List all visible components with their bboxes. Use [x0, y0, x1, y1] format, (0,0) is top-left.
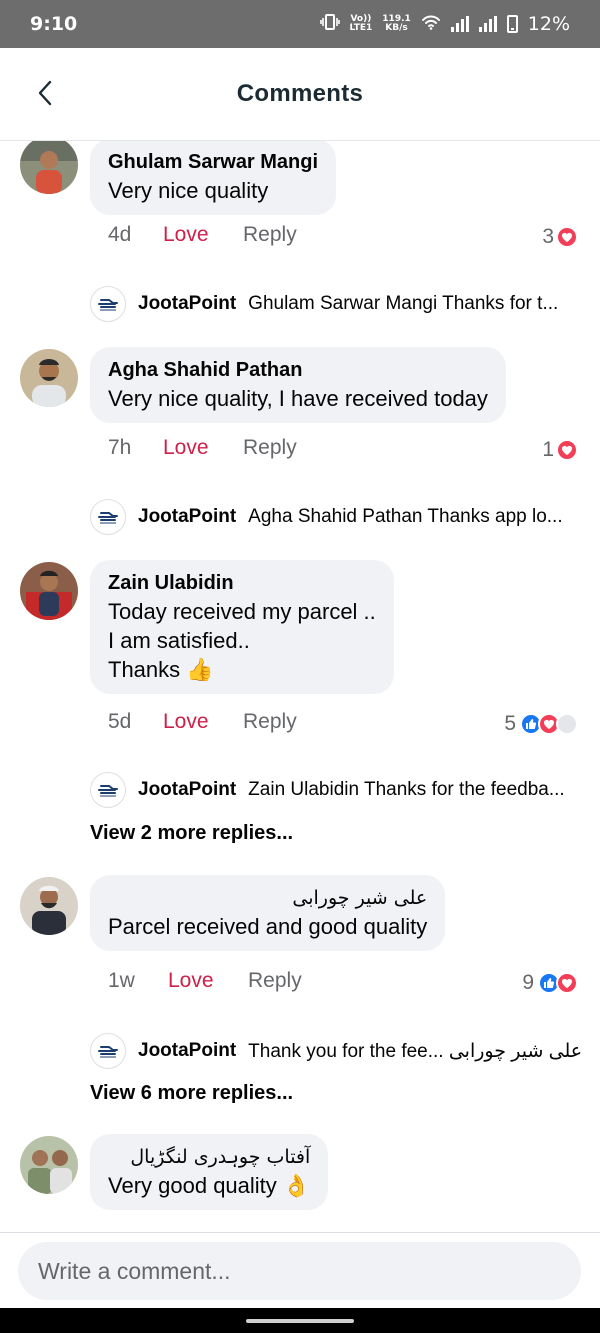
home-indicator[interactable] — [246, 1319, 354, 1323]
signal-icon — [450, 16, 469, 32]
avatar[interactable] — [20, 141, 78, 194]
status-bar: 9:10 Vo)) LTE1 119.1 KB/s 12% — [0, 0, 600, 48]
status-time: 9:10 — [30, 13, 78, 35]
comment-age: 1w — [108, 969, 135, 992]
reply-author[interactable]: JootaPoint — [138, 506, 236, 528]
reply-author[interactable]: JootaPoint — [138, 293, 236, 315]
comment-composer: Write a comment... — [0, 1232, 600, 1308]
jootapoint-logo-icon[interactable] — [90, 499, 126, 535]
heart-reaction-icon — [556, 226, 578, 248]
chevron-left-icon — [38, 80, 52, 106]
reply-text: Thank you for the fee... علی شیر چورابی — [248, 1040, 583, 1062]
comment-bubble[interactable]: Agha Shahid Pathan Very nice quality, I … — [90, 347, 506, 423]
more-reactions-icon — [556, 713, 578, 735]
avatar[interactable] — [20, 349, 78, 407]
view-more-replies-link[interactable]: View 6 more replies... — [90, 1082, 293, 1105]
status-icons: Vo)) LTE1 119.1 KB/s 12% — [319, 13, 570, 35]
jootapoint-logo-icon[interactable] — [90, 1033, 126, 1069]
reaction-count: 3 — [542, 225, 554, 248]
comment-author[interactable]: علی شیر چورابی — [108, 884, 427, 912]
love-button[interactable]: Love — [168, 969, 248, 993]
comment-author[interactable]: Zain Ulabidin — [108, 569, 376, 597]
comment-author[interactable]: Agha Shahid Pathan — [108, 356, 488, 384]
reaction-count: 5 — [504, 712, 516, 735]
reaction-summary[interactable]: 5 — [504, 712, 578, 736]
page-reply[interactable]: JootaPoint Zain Ulabidin Thanks for the … — [90, 772, 590, 808]
reaction-count: 9 — [522, 971, 534, 994]
jootapoint-logo-icon[interactable] — [90, 286, 126, 322]
back-button[interactable] — [30, 78, 60, 108]
comment-actions: 1w Love Reply — [108, 969, 302, 993]
comment-text-line: Today received my parcel .. — [108, 599, 376, 624]
heart-reaction-icon — [556, 972, 578, 994]
network-speed: 119.1 KB/s — [382, 14, 411, 33]
reaction-summary[interactable]: 9 — [522, 971, 578, 995]
comment-age: 5d — [108, 710, 132, 733]
comment-bubble[interactable]: آفتاب چوہدری لنگڑیال Very good quality 👌 — [90, 1134, 329, 1210]
reply-author[interactable]: JootaPoint — [138, 1040, 236, 1062]
comment-author[interactable]: آفتاب چوہدری لنگڑیال — [108, 1143, 310, 1171]
comment-text: Parcel received and good quality — [108, 914, 428, 939]
reply-button[interactable]: Reply — [243, 436, 297, 460]
signal-icon-2 — [478, 16, 497, 32]
comment-text: Very good quality 👌 — [108, 1173, 311, 1198]
comment-input[interactable]: Write a comment... — [18, 1242, 581, 1300]
reply-text: Zain Ulabidin Thanks for the feedba... — [248, 779, 565, 800]
battery-icon — [506, 15, 518, 33]
page-reply[interactable]: JootaPoint Ghulam Sarwar Mangi Thanks fo… — [90, 286, 590, 322]
volte-indicator: Vo)) LTE1 — [349, 14, 373, 33]
reply-author[interactable]: JootaPoint — [138, 779, 236, 801]
reaction-count: 1 — [542, 438, 554, 461]
comment-text: Very nice quality, I have received today — [108, 386, 488, 411]
reply-text: Ghulam Sarwar Mangi Thanks for t... — [248, 293, 559, 314]
reply-button[interactable]: Reply — [248, 969, 302, 993]
avatar[interactable] — [20, 562, 78, 620]
heart-reaction-icon — [556, 439, 578, 461]
reply-button[interactable]: Reply — [243, 710, 297, 734]
comment-text: Very nice quality — [108, 178, 269, 203]
reply-button[interactable]: Reply — [243, 223, 297, 247]
avatar[interactable] — [20, 877, 78, 935]
view-more-replies-link[interactable]: View 2 more replies... — [90, 822, 293, 845]
wifi-icon — [421, 14, 441, 35]
avatar[interactable] — [20, 1136, 78, 1194]
comment-text-line: Thanks 👍 — [108, 657, 214, 682]
comment-bubble[interactable]: Ghulam Sarwar Mangi Very nice quality — [90, 141, 337, 215]
comment-text-line: I am satisfied.. — [108, 628, 250, 653]
love-button[interactable]: Love — [163, 710, 243, 734]
battery-percent: 12% — [527, 13, 570, 35]
system-nav-bar — [0, 1308, 600, 1333]
love-button[interactable]: Love — [163, 436, 243, 460]
love-button[interactable]: Love — [163, 223, 243, 247]
jootapoint-logo-icon[interactable] — [90, 772, 126, 808]
vibrate-icon — [319, 13, 340, 35]
page-title: Comments — [236, 80, 364, 107]
comment-age: 7h — [108, 436, 132, 459]
comment-actions: 4d Love Reply — [108, 223, 297, 247]
reply-text: Agha Shahid Pathan Thanks app lo... — [248, 506, 563, 527]
comment-actions: 7h Love Reply — [108, 436, 297, 460]
comment-bubble[interactable]: علی شیر چورابی Parcel received and good … — [90, 875, 446, 951]
reaction-summary[interactable]: 3 — [542, 225, 578, 249]
reaction-summary[interactable]: 1 — [542, 438, 578, 462]
page-reply[interactable]: JootaPoint Thank you for the fee... علی … — [90, 1033, 590, 1069]
header: Comments — [0, 48, 600, 141]
comments-list[interactable]: Ghulam Sarwar Mangi Very nice quality 4d… — [0, 141, 600, 1232]
comment-bubble[interactable]: Zain Ulabidin Today received my parcel .… — [90, 560, 394, 694]
page-reply[interactable]: JootaPoint Agha Shahid Pathan Thanks app… — [90, 499, 590, 535]
comment-age: 4d — [108, 223, 132, 246]
comment-actions: 5d Love Reply — [108, 710, 297, 734]
comment-author[interactable]: Ghulam Sarwar Mangi — [108, 148, 318, 176]
